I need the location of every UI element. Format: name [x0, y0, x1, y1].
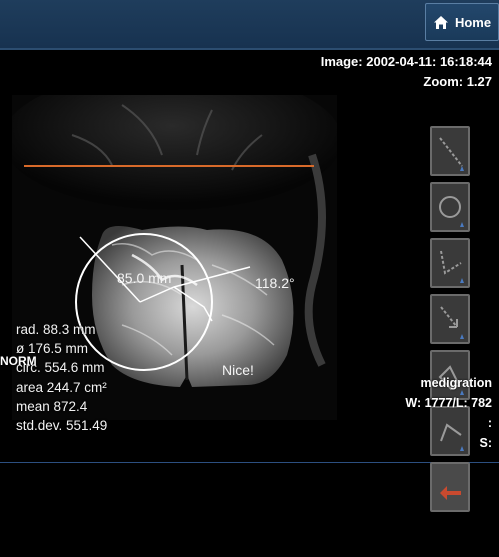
annotation-note: Nice! — [222, 362, 254, 378]
home-label: Home — [454, 14, 492, 30]
image-datetime: Image: 2002-04-11: 16:18:44 — [320, 54, 492, 69]
window-colon: : — [487, 416, 492, 430]
polyline-measure-icon — [440, 423, 464, 451]
angle-measure-icon — [440, 250, 464, 283]
line-tool-button[interactable] — [430, 126, 470, 176]
circle-measure-icon — [439, 196, 464, 227]
home-icon — [433, 15, 448, 29]
radius-value: rad. 88.3 mm — [16, 322, 96, 337]
undo-icon — [440, 486, 461, 500]
window-level: W: 1777/L: 782 — [405, 396, 492, 410]
zoom-level: Zoom: 1.27 — [423, 74, 492, 89]
undo-tool-button[interactable] — [430, 462, 470, 512]
arrow-annotation-icon — [440, 306, 464, 339]
series-label: S: — [479, 436, 493, 450]
area-value: area 244.7 cm² — [16, 379, 107, 395]
divider-line — [0, 462, 499, 463]
home-button[interactable]: Home — [425, 3, 499, 41]
angle-tool-button[interactable] — [430, 238, 470, 288]
mean-value: mean 872.4 — [16, 398, 88, 414]
std-dev-value: std.dev. 551.49 — [16, 418, 108, 434]
distance-label: 85.0 mm — [117, 270, 172, 286]
top-bar: Home — [0, 0, 499, 50]
circle-tool-button[interactable] — [430, 182, 470, 232]
polygon-tool-button[interactable] — [430, 350, 470, 400]
measurement-stats: rad. 88.3 mm ø 176.5 mm circ. 554.6 mm a… — [16, 320, 107, 435]
polyline-tool-button[interactable] — [430, 406, 470, 456]
norm-label: NORM — [0, 354, 37, 368]
angle-label: 118.2° — [255, 275, 295, 291]
arrow-tool-button[interactable] — [430, 294, 470, 344]
window-preset: medigration — [420, 376, 492, 390]
line-measure-icon — [439, 137, 464, 171]
